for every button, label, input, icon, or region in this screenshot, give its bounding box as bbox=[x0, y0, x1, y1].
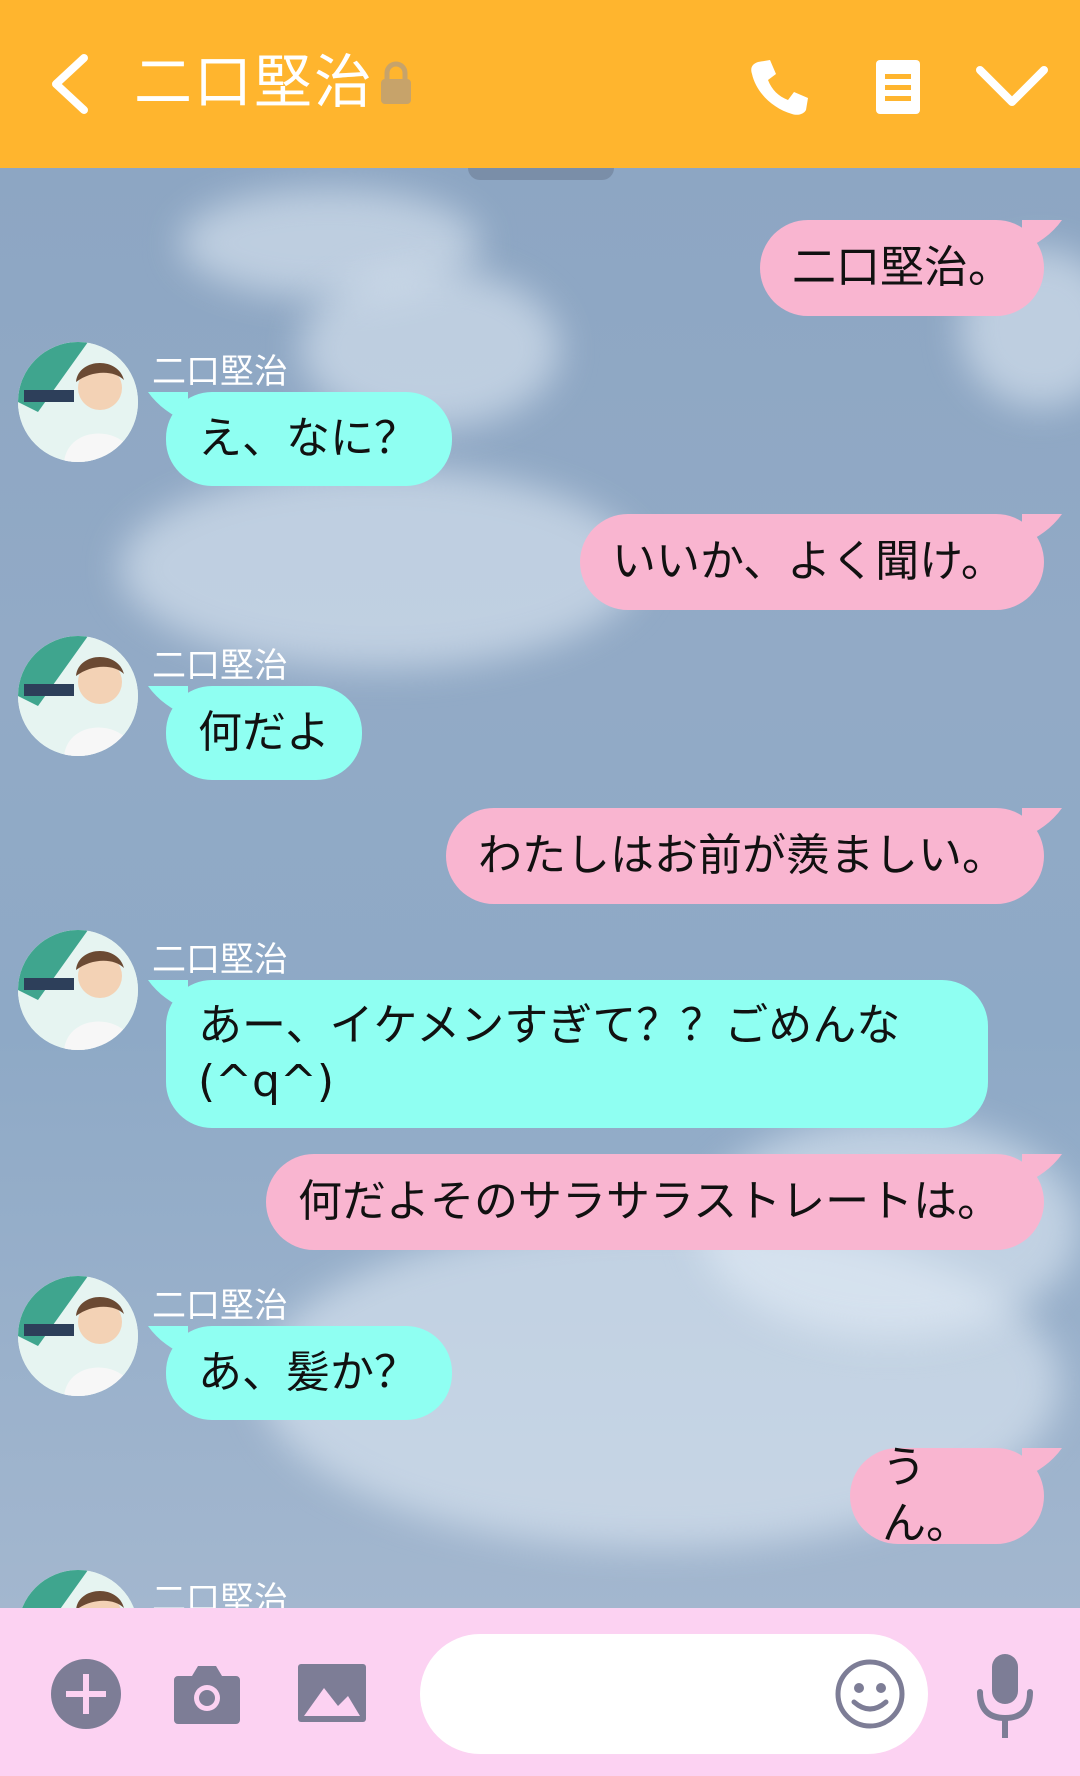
sender-name: 二口堅治 bbox=[152, 1580, 288, 1608]
bubble-tail bbox=[1022, 514, 1062, 544]
avatar[interactable] bbox=[18, 342, 138, 462]
message-bubble-sent[interactable]: 何だよそのサラサラストレートは。 bbox=[266, 1154, 1044, 1250]
message-bubble-received[interactable]: え、なに？ bbox=[166, 392, 452, 486]
scroll-tab[interactable] bbox=[468, 168, 614, 180]
chat-title[interactable]: 二口堅治 bbox=[134, 46, 374, 118]
phone-icon[interactable] bbox=[748, 56, 810, 118]
message-bubble-sent[interactable]: うん。 bbox=[850, 1442, 1044, 1549]
avatar[interactable] bbox=[18, 1276, 138, 1396]
sender-name: 二口堅治 bbox=[152, 352, 288, 392]
back-icon[interactable] bbox=[44, 52, 104, 116]
avatar[interactable] bbox=[18, 1570, 138, 1608]
camera-icon[interactable] bbox=[172, 1660, 242, 1726]
chevron-down-icon[interactable] bbox=[974, 62, 1050, 110]
bubble-tail bbox=[1022, 220, 1062, 250]
avatar-image bbox=[18, 930, 138, 1050]
avatar[interactable] bbox=[18, 930, 138, 1050]
composer-bar bbox=[0, 1608, 1080, 1776]
image-icon[interactable] bbox=[296, 1662, 368, 1724]
bubble-tail bbox=[1022, 808, 1062, 838]
avatar-image bbox=[18, 1276, 138, 1396]
emoji-icon[interactable] bbox=[834, 1658, 906, 1730]
mic-icon[interactable] bbox=[970, 1652, 1040, 1742]
avatar-image bbox=[18, 636, 138, 756]
chat-area[interactable]: 二口堅治。 二口堅治 え、なに？ いいか、よく聞け。 二口堅治 何だよ わたしは… bbox=[0, 168, 1080, 1608]
message-bubble-received[interactable]: あー、イケメンすぎて？？ごめんな (^q^) bbox=[166, 980, 988, 1128]
sender-name: 二口堅治 bbox=[152, 646, 288, 686]
bubble-tail bbox=[1022, 1154, 1062, 1184]
message-bubble-sent[interactable]: わたしはお前が羨ましい。 bbox=[446, 808, 1044, 904]
avatar-image bbox=[18, 1570, 138, 1608]
plus-icon[interactable] bbox=[50, 1658, 122, 1730]
avatar-image bbox=[18, 342, 138, 462]
message-bubble-received[interactable]: あ、髪か？ bbox=[166, 1326, 452, 1420]
bubble-tail bbox=[1022, 1448, 1062, 1478]
message-bubble-received[interactable]: 何だよ bbox=[166, 686, 362, 780]
chat-header: 二口堅治 bbox=[0, 0, 1080, 168]
message-bubble-sent[interactable]: 二口堅治。 bbox=[760, 220, 1044, 316]
message-bubble-sent[interactable]: いいか、よく聞け。 bbox=[580, 514, 1044, 610]
sender-name: 二口堅治 bbox=[152, 1286, 288, 1326]
sender-name: 二口堅治 bbox=[152, 940, 288, 980]
lock-icon bbox=[381, 61, 411, 104]
avatar[interactable] bbox=[18, 636, 138, 756]
memo-icon[interactable] bbox=[874, 58, 922, 116]
